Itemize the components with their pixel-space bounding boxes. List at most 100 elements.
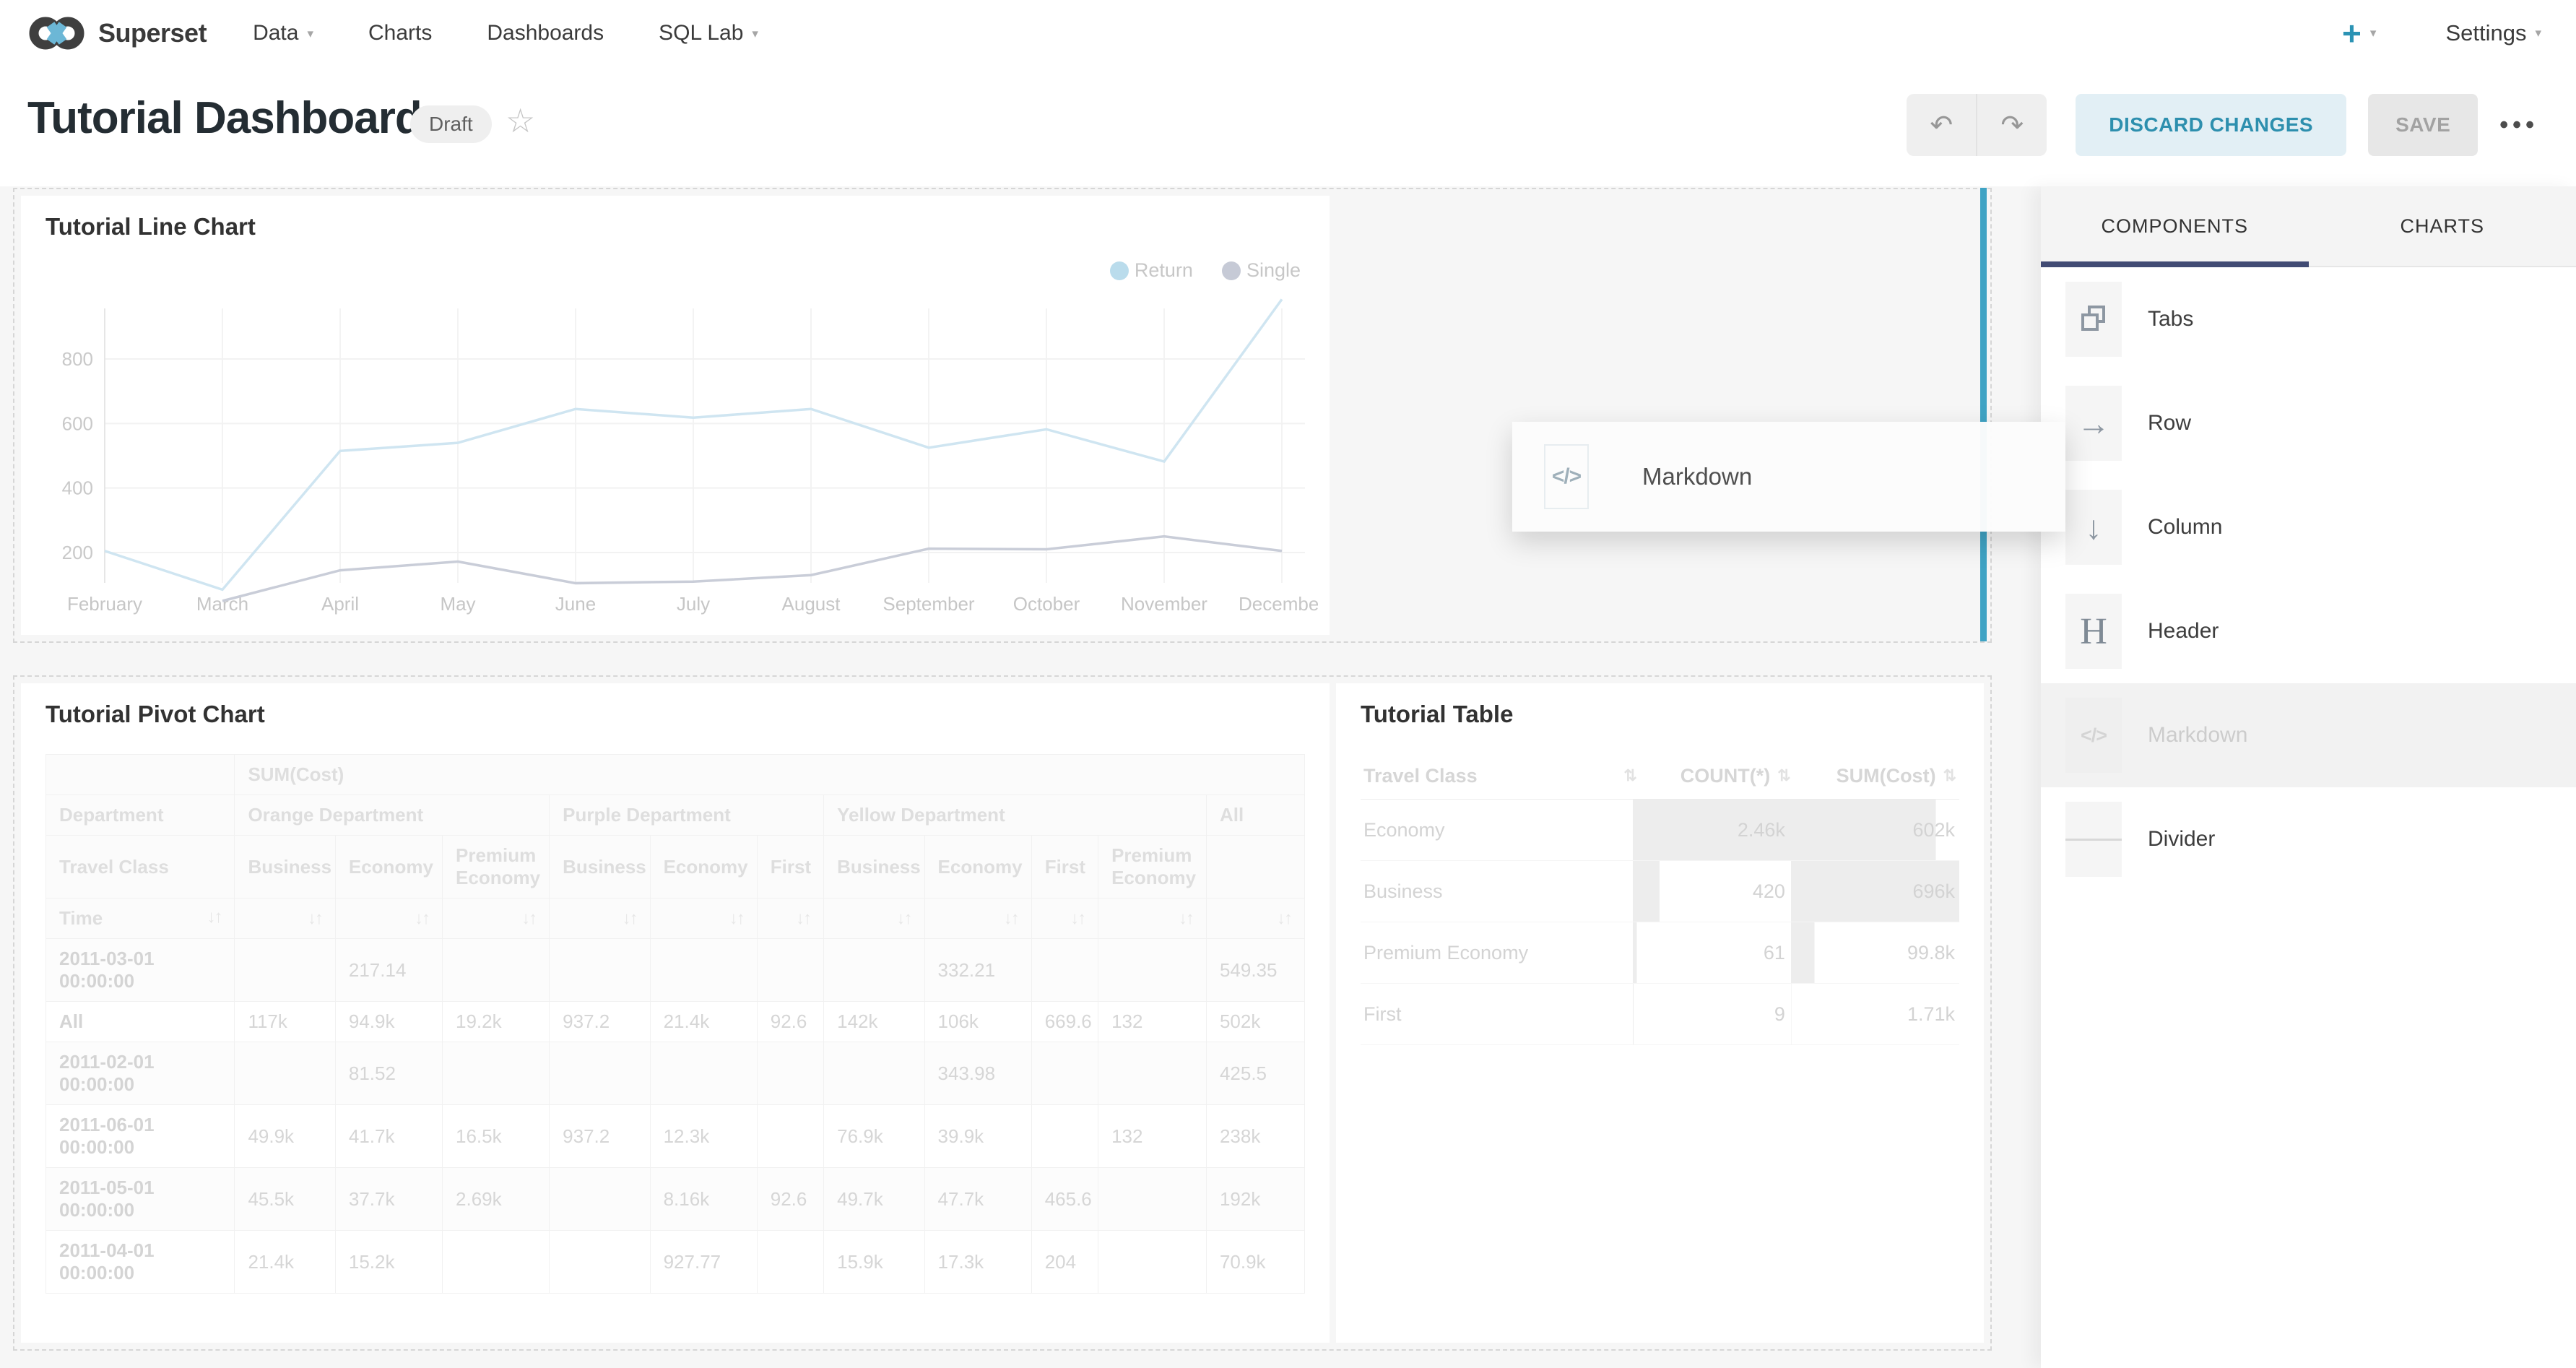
pivot-subcol-header: [1206, 836, 1304, 899]
pivot-value-cell: [443, 939, 550, 1002]
pivot-metric-header: SUM(Cost): [235, 755, 1305, 795]
pivot-value-cell: [757, 939, 823, 1002]
pivot-value-cell: 204: [1031, 1231, 1098, 1294]
sort-icon[interactable]: ↓↑: [897, 909, 911, 929]
pivot-sort-cell: ↓↑: [757, 899, 823, 939]
drag-preview-markdown[interactable]: </> Markdown: [1512, 422, 2065, 532]
pivot-sort-cell: ↓↑: [1031, 899, 1098, 939]
component-item-divider[interactable]: Divider: [2041, 787, 2576, 891]
pivot-value-cell: 47.7k: [924, 1168, 1031, 1231]
legend-dot-icon: [1110, 261, 1129, 280]
nav-item-dashboards[interactable]: Dashboards: [487, 21, 604, 46]
sort-icon[interactable]: ↓↑: [521, 909, 536, 929]
sort-icon[interactable]: ↓↑: [308, 909, 322, 929]
pivot-value-cell: 16.5k: [443, 1105, 550, 1168]
sort-icon[interactable]: ⇅: [1777, 766, 1789, 785]
nav-item-label: Data: [253, 21, 298, 46]
page-title[interactable]: Tutorial Dashboard: [27, 92, 422, 144]
table-column-header[interactable]: Travel Class⇅: [1361, 765, 1636, 787]
component-item-column[interactable]: ↓Column: [2041, 475, 2576, 579]
sort-icon[interactable]: ↓↑: [1070, 909, 1085, 929]
pivot-value-cell: 81.52: [335, 1042, 442, 1105]
sort-icon[interactable]: ↓↑: [796, 909, 810, 929]
svg-text:800: 800: [62, 348, 93, 370]
table-column-header[interactable]: SUM(Cost) ⇅: [1790, 765, 1959, 787]
sort-icon[interactable]: ↓↑: [623, 909, 637, 929]
sort-icon[interactable]: ↓↑: [1004, 909, 1018, 929]
table-cell-travel-class: Premium Economy: [1361, 922, 1633, 983]
table-row: Economy2.46k602k: [1361, 800, 1959, 861]
tab-components[interactable]: COMPONENTS: [2041, 186, 2309, 266]
infinity-logo-icon: [26, 12, 88, 54]
table-cell-sum: 602k: [1791, 800, 1959, 860]
pivot-subcol-header: Business: [824, 836, 924, 899]
dashboard-row-2[interactable]: Tutorial Pivot Chart SUM(Cost)Department…: [13, 675, 1992, 1351]
tabs-icon: [2065, 282, 2122, 357]
pivot-value-cell: 549.35: [1206, 939, 1304, 1002]
settings-menu[interactable]: Settings ▾: [2445, 20, 2541, 46]
nav-item-sql-lab[interactable]: SQL Lab▾: [659, 21, 758, 46]
drop-indicator: [1980, 188, 1987, 641]
column-header-label: SUM(Cost): [1836, 765, 1936, 787]
pivot-value-cell: 2.69k: [443, 1168, 550, 1231]
tab-charts[interactable]: CHARTS: [2309, 186, 2576, 266]
component-item-header[interactable]: HHeader: [2041, 579, 2576, 683]
pivot-time-header: Time↓↑: [46, 899, 235, 939]
pivot-value-cell: 117k: [235, 1002, 335, 1042]
svg-text:400: 400: [62, 477, 93, 499]
component-item-label: Tabs: [2148, 307, 2193, 332]
pivot-value-cell: 41.7k: [335, 1105, 442, 1168]
table-column-header[interactable]: COUNT(*)⇅: [1636, 765, 1790, 787]
sort-icon[interactable]: ↓↑: [207, 907, 221, 927]
pivot-value-cell: 49.9k: [235, 1105, 335, 1168]
save-button[interactable]: SAVE: [2368, 94, 2478, 156]
table-cell-count: 420: [1633, 861, 1791, 922]
component-item-label: Header: [2148, 619, 2219, 644]
sort-icon[interactable]: ↓↑: [1277, 909, 1291, 929]
discard-changes-button[interactable]: DISCARD CHANGES: [2076, 94, 2346, 156]
pivot-subcol-header: Economy: [335, 836, 442, 899]
sort-icon[interactable]: ↓↑: [415, 909, 429, 929]
component-item-tabs[interactable]: Tabs: [2041, 267, 2576, 371]
pivot-value-cell: [824, 939, 924, 1002]
undo-button[interactable]: ↶: [1907, 94, 1976, 156]
chevron-down-icon: ▾: [307, 27, 313, 40]
more-options-button[interactable]: •••: [2499, 111, 2538, 139]
nav-item-charts[interactable]: Charts: [368, 21, 432, 46]
nav-item-data[interactable]: Data ▾: [253, 21, 313, 46]
pivot-sort-cell: ↓↑: [335, 899, 442, 939]
sort-icon[interactable]: ⇅: [1943, 766, 1955, 785]
pivot-value-cell: 217.14: [335, 939, 442, 1002]
component-item-label: Row: [2148, 411, 2191, 436]
table-chart-card[interactable]: Tutorial Table Travel Class⇅COUNT(*)⇅SUM…: [1336, 683, 1984, 1343]
superset-logo[interactable]: Superset: [26, 12, 207, 54]
pivot-value-cell: 94.9k: [335, 1002, 442, 1042]
pivot-data-row: All117k94.9k19.2k937.221.4k92.6142k106k6…: [46, 1002, 1305, 1042]
pivot-value-cell: 39.9k: [924, 1105, 1031, 1168]
pivot-value-cell: [650, 939, 757, 1002]
dashboard-row-1[interactable]: Tutorial Line Chart ReturnSingle 2004006…: [13, 188, 1992, 643]
sort-icon[interactable]: ↓↑: [729, 909, 744, 929]
pivot-group-header: Purple Department: [550, 795, 824, 836]
pivot-value-cell: [550, 1168, 650, 1231]
svg-text:600: 600: [62, 412, 93, 434]
new-item-button[interactable]: + ▾: [2342, 20, 2376, 47]
component-item-row[interactable]: →Row: [2041, 371, 2576, 475]
component-item-label: Divider: [2148, 827, 2215, 852]
pivot-row-label: All: [46, 1002, 235, 1042]
legend-item-single[interactable]: Single: [1222, 259, 1301, 282]
legend-item-return[interactable]: Return: [1110, 259, 1193, 282]
sort-icon[interactable]: ⇅: [1623, 766, 1635, 785]
pivot-chart-card[interactable]: Tutorial Pivot Chart SUM(Cost)Department…: [21, 683, 1330, 1343]
pivot-subcol-header: Business: [235, 836, 335, 899]
line-chart-card[interactable]: Tutorial Line Chart ReturnSingle 2004006…: [21, 196, 1330, 635]
component-item-markdown[interactable]: </>Markdown: [2041, 683, 2576, 787]
pivot-value-cell: 76.9k: [824, 1105, 924, 1168]
pivot-value-cell: 669.6: [1031, 1002, 1098, 1042]
redo-button[interactable]: ↷: [1977, 94, 2047, 156]
sort-icon[interactable]: ↓↑: [1179, 909, 1193, 929]
favorite-star-icon[interactable]: ☆: [506, 101, 535, 140]
chevron-down-icon: ▾: [752, 27, 758, 40]
pivot-value-cell: [757, 1042, 823, 1105]
component-item-label: Column: [2148, 515, 2222, 540]
